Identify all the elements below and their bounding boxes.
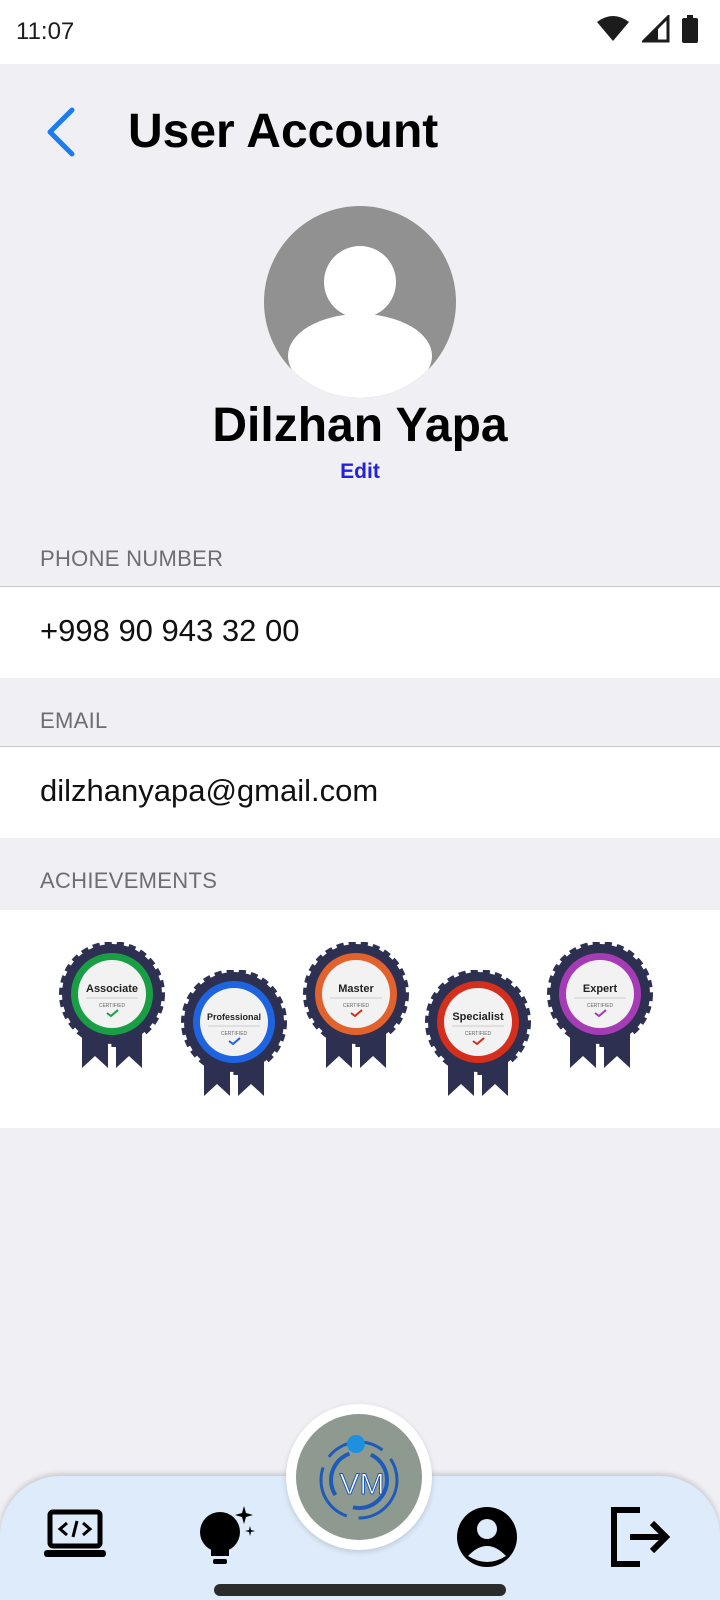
edit-profile-link[interactable]: Edit: [0, 458, 720, 486]
user-silhouette-icon: [288, 246, 432, 398]
back-button[interactable]: [38, 104, 88, 160]
badge-title: Specialist: [452, 1011, 504, 1023]
status-time: 11:07: [16, 18, 75, 45]
phone-number-value: +998 90 943 32 00: [40, 613, 300, 648]
status-bar: 11:07: [0, 0, 720, 64]
badge-caption: CERTIFIED: [99, 1003, 126, 1009]
header: User Account: [0, 64, 720, 204]
nav-account-button[interactable]: [452, 1502, 522, 1572]
nav-code-button[interactable]: [40, 1502, 110, 1572]
cellular-signal-icon: [640, 12, 670, 48]
laptop-code-icon: [44, 1509, 106, 1557]
lightbulb-sparkle-icon: [200, 1506, 255, 1564]
page-title: User Account: [128, 105, 439, 158]
badge-caption: CERTIFIED: [465, 1031, 492, 1037]
email-label: EMAIL: [40, 708, 108, 733]
badge-specialist[interactable]: Specialist CERTIFIED: [424, 970, 532, 1100]
home-logo-button[interactable]: VM: [286, 1404, 432, 1550]
email-value: dilzhanyapa@gmail.com: [40, 773, 379, 808]
badge-caption: CERTIFIED: [587, 1003, 614, 1009]
nav-ideas-button[interactable]: [192, 1502, 262, 1572]
email-row[interactable]: dilzhanyapa@gmail.com: [0, 746, 720, 838]
battery-icon: [682, 14, 698, 48]
badge-expert[interactable]: Expert CERTIFIED: [546, 942, 654, 1072]
badge-master[interactable]: Master CERTIFIED: [302, 942, 410, 1072]
phone-number-label: PHONE NUMBER: [40, 546, 224, 571]
avatar[interactable]: [264, 206, 456, 398]
badge-associate[interactable]: Associate CERTIFIED: [58, 942, 166, 1072]
badge-caption: CERTIFIED: [343, 1003, 370, 1009]
phone-number-row[interactable]: +998 90 943 32 00: [0, 586, 720, 678]
nav-logout-button[interactable]: [606, 1502, 676, 1572]
vm-logo-icon: VM: [319, 1435, 399, 1520]
chevron-left-icon: [47, 107, 75, 157]
logout-icon: [611, 1507, 671, 1567]
account-circle-icon: [457, 1507, 517, 1567]
home-indicator: [214, 1584, 506, 1596]
badge-professional[interactable]: Professional CERTIFIED: [180, 970, 288, 1100]
vm-logo-text: VM: [340, 1468, 385, 1501]
achievements-panel: Associate CERTIFIED Professional CERTIFI…: [0, 910, 720, 1128]
badge-title: Master: [338, 983, 374, 995]
badge-title: Expert: [583, 983, 618, 995]
achievements-label: ACHIEVEMENTS: [40, 868, 218, 893]
badge-title: Professional: [207, 1012, 261, 1022]
profile-name: Dilzhan Yapa: [212, 399, 508, 452]
badge-title: Associate: [86, 983, 138, 995]
badge-caption: CERTIFIED: [221, 1031, 248, 1037]
wifi-icon: [596, 15, 630, 47]
